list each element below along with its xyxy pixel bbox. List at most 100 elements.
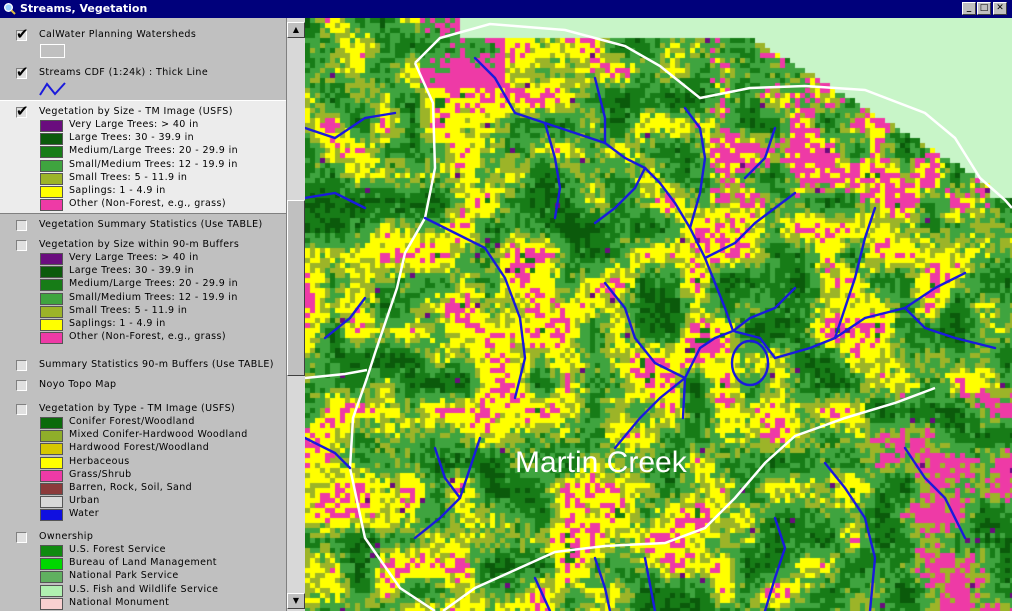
scroll-thumb[interactable]	[287, 200, 305, 376]
table-of-contents: ✔ CalWater Planning Watersheds ✔ Streams CD…	[0, 18, 287, 611]
theme-visibility-checkbox[interactable]	[16, 240, 27, 251]
stream-line	[543, 121, 562, 220]
legend-theme[interactable]: Summary Statistics 90-m Buffers (Use TAB…	[0, 354, 286, 374]
legend-class-label: Small Trees: 5 - 11.9 in	[69, 171, 188, 183]
close-button[interactable]: ✕	[993, 2, 1007, 15]
legend-color-swatch	[40, 456, 63, 469]
theme-name: Streams CDF (1:24k) : Thick Line	[39, 67, 209, 78]
outline-rectangle-icon	[40, 44, 65, 58]
legend-theme[interactable]: ✔ Vegetation by Size - TM Image (USFS) Ver…	[0, 100, 286, 214]
legend-color-swatch	[40, 509, 63, 522]
legend-class-label: Other (Non-Forest, e.g., grass)	[69, 198, 226, 210]
stream-line	[703, 191, 797, 260]
checkmark-icon: ✔	[16, 63, 29, 81]
watershed-boundary-west	[305, 368, 368, 380]
theme-visibility-checkbox[interactable]	[16, 404, 27, 415]
theme-name: Summary Statistics 90-m Buffers (Use TAB…	[39, 359, 274, 370]
legend-color-swatch	[40, 172, 63, 185]
stream-line	[613, 376, 687, 450]
martin-creek-watershed-boundary	[348, 62, 437, 611]
theme-visibility-checkbox[interactable]: ✔	[16, 63, 29, 81]
legend-theme[interactable]: Ownership U.S. Forest Service Bureau of La…	[0, 526, 286, 611]
legend-theme[interactable]: ✔ CalWater Planning Watersheds	[0, 24, 286, 62]
legend-class-label: Very Large Trees: > 40 in	[69, 252, 199, 263]
theme-visibility-checkbox[interactable]	[16, 220, 27, 231]
stream-line	[305, 436, 352, 470]
theme-name: Vegetation by Type - TM Image (USFS)	[39, 403, 236, 414]
legend-color-swatch	[40, 266, 63, 279]
theme-name: Vegetation by Size within 90-m Buffers	[39, 239, 240, 250]
legend-scrollbar[interactable]: ▲ ▼	[287, 18, 305, 611]
watershed-boundary	[414, 22, 1012, 209]
legend-color-swatch	[40, 558, 63, 571]
stream-loop	[730, 339, 770, 387]
window-title-bar[interactable]: Streams, Vegetation _ □ ✕	[0, 0, 1012, 18]
map-view[interactable]: Martin Creek	[305, 18, 1012, 611]
legend-color-swatch	[40, 443, 63, 456]
stream-line	[433, 446, 462, 500]
legend-class-label: Medium/Large Trees: 20 - 29.9 in	[69, 278, 239, 290]
watershed-label: Martin Creek	[515, 446, 687, 479]
legend-color-swatch	[40, 279, 63, 292]
theme-visibility-checkbox[interactable]: ✔	[16, 102, 29, 120]
legend-color-swatch	[40, 496, 63, 509]
stream-line	[681, 329, 735, 420]
stream-line	[643, 556, 657, 611]
legend-color-swatch	[40, 469, 63, 482]
streams-layer	[305, 56, 997, 611]
stream-line	[423, 216, 487, 250]
theme-name: Vegetation Summary Statistics (Use TABLE…	[39, 219, 263, 230]
legend-color-swatch	[40, 597, 63, 610]
theme-visibility-checkbox[interactable]	[16, 532, 27, 543]
stream-line	[593, 166, 647, 225]
maximize-button[interactable]: □	[977, 2, 991, 15]
stream-line	[903, 446, 967, 540]
legend-class-label: Barren, Rock, Soil, Sand	[69, 482, 193, 493]
stream-line	[823, 461, 877, 611]
legend-theme[interactable]: Vegetation by Type - TM Image (USFS) Coni…	[0, 398, 286, 526]
legend-color-swatch	[40, 159, 63, 172]
scroll-down-button[interactable]: ▼	[287, 593, 305, 609]
scroll-up-button[interactable]: ▲	[287, 22, 305, 38]
legend-class-label: Very Large Trees: > 40 in	[69, 119, 199, 130]
theme-name: CalWater Planning Watersheds	[39, 29, 197, 40]
theme-visibility-checkbox[interactable]: ✔	[16, 25, 29, 43]
stream-line	[513, 111, 647, 170]
legend-theme[interactable]: Noyo Topo Map	[0, 374, 286, 398]
legend-theme[interactable]: Vegetation Summary Statistics (Use TABLE…	[0, 214, 286, 234]
legend-theme[interactable]: Vegetation by Size within 90-m Buffers Ve…	[0, 234, 286, 354]
legend-class-label: Other (Non-Forest, e.g., grass)	[69, 331, 226, 343]
stream-line	[323, 296, 367, 340]
stream-line	[533, 576, 552, 611]
stream-line	[413, 436, 482, 540]
theme-name: Noyo Topo Map	[39, 379, 117, 390]
map-vector-layers	[305, 22, 1012, 611]
stream-line	[603, 281, 687, 380]
legend-class-label: U.S. Forest Service	[69, 544, 166, 555]
stream-line	[593, 76, 607, 145]
legend-class-label: Hardwood Forest/Woodland	[69, 442, 210, 454]
legend-class-label: Saplings: 1 - 4.9 in	[69, 318, 166, 329]
legend-class-label: Small/Medium Trees: 12 - 19.9 in	[69, 291, 238, 303]
stream-line	[305, 191, 367, 210]
stream-line	[305, 111, 397, 140]
minimize-button[interactable]: _	[962, 2, 976, 15]
legend-theme[interactable]: ✔ Streams CDF (1:24k) : Thick Line	[0, 62, 286, 100]
legend-color-swatch	[40, 319, 63, 331]
theme-name: Ownership	[39, 531, 94, 542]
stream-line	[903, 271, 967, 310]
legend-class-label: Mixed Conifer-Hardwood Woodland	[69, 429, 248, 441]
legend-color-swatch	[40, 305, 63, 318]
stream-line	[833, 206, 877, 340]
window-title: Streams, Vegetation	[20, 2, 148, 15]
legend-class-label: Herbaceous	[69, 455, 130, 467]
theme-visibility-checkbox[interactable]	[16, 360, 27, 371]
theme-visibility-checkbox[interactable]	[16, 380, 27, 391]
legend-color-swatch	[40, 430, 63, 443]
legend-color-swatch	[40, 584, 63, 597]
legend-color-swatch	[40, 292, 63, 305]
legend-color-swatch	[40, 199, 63, 212]
legend-class-label: National Monument	[69, 596, 170, 608]
legend-class-label: Grass/Shrub	[69, 468, 132, 480]
legend-color-swatch	[40, 332, 63, 345]
